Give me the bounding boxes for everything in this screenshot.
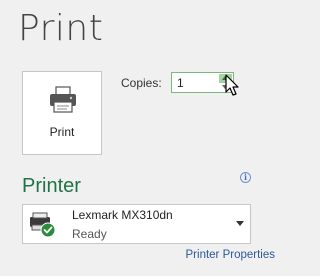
copies-label: Copies: bbox=[121, 76, 162, 90]
printer-status: Ready bbox=[72, 227, 107, 241]
info-icon[interactable]: i bbox=[240, 172, 251, 183]
chevron-down-icon[interactable] bbox=[236, 221, 244, 226]
print-button[interactable]: Print bbox=[22, 71, 102, 155]
page-title: Print bbox=[18, 8, 104, 49]
copies-value[interactable]: 1 bbox=[177, 76, 184, 90]
printer-icon bbox=[48, 86, 78, 114]
printer-section-title: Printer bbox=[22, 175, 81, 197]
print-button-label: Print bbox=[49, 125, 75, 139]
printer-dropdown[interactable]: Lexmark MX310dn Ready bbox=[22, 204, 251, 244]
printer-name: Lexmark MX310dn bbox=[72, 208, 173, 222]
printer-properties-link[interactable]: Printer Properties bbox=[186, 249, 275, 261]
mouse-cursor-icon bbox=[225, 74, 241, 98]
printer-ready-icon bbox=[28, 211, 58, 239]
